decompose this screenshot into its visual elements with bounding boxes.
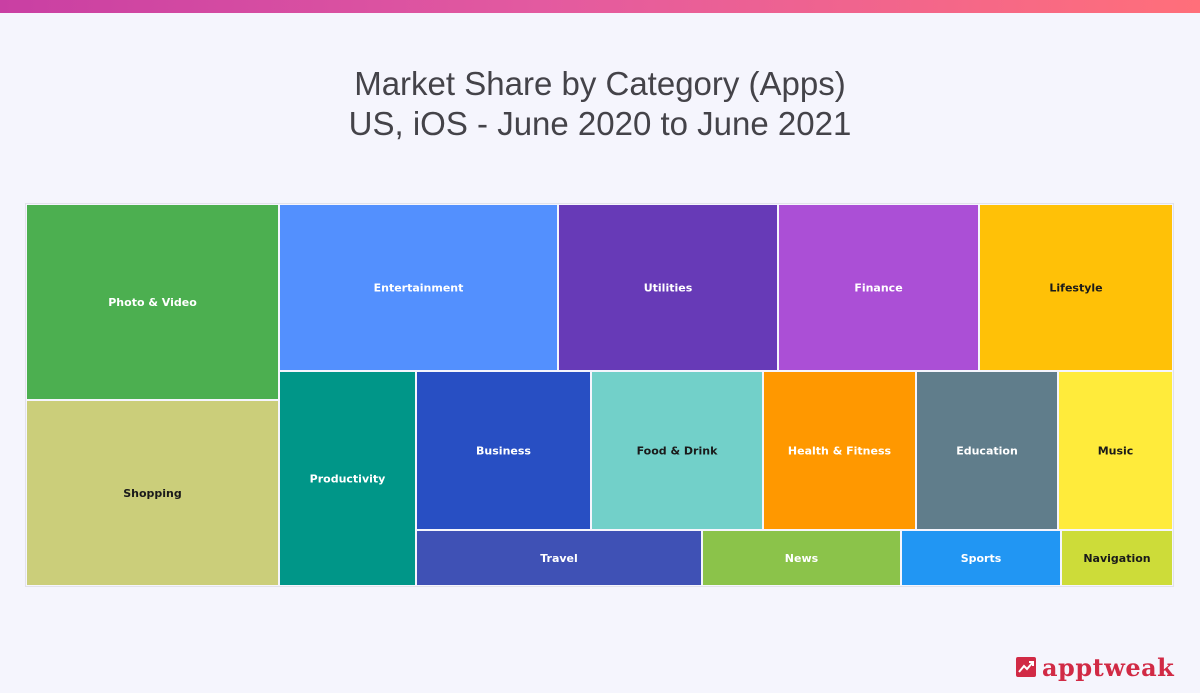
tile-label: Business — [476, 445, 531, 458]
tile-label: Navigation — [1083, 552, 1150, 565]
tile-label: Entertainment — [374, 282, 464, 295]
tile-productivity[interactable]: Productivity — [280, 372, 415, 585]
tile-lifestyle[interactable]: Lifestyle — [980, 205, 1172, 370]
tile-label: News — [785, 552, 819, 565]
tile-label: Productivity — [310, 473, 386, 486]
tile-label: Food & Drink — [637, 445, 718, 458]
tile-entertainment[interactable]: Entertainment — [280, 205, 557, 370]
tile-news[interactable]: News — [703, 531, 900, 585]
tile-label: Lifestyle — [1049, 282, 1102, 295]
tile-utilities[interactable]: Utilities — [559, 205, 777, 370]
tile-education[interactable]: Education — [917, 372, 1057, 529]
tile-label: Music — [1098, 445, 1134, 458]
tile-label: Sports — [961, 552, 1002, 565]
tile-music[interactable]: Music — [1059, 372, 1172, 529]
tile-label: Education — [956, 445, 1018, 458]
tile-navigation[interactable]: Navigation — [1062, 531, 1172, 585]
logo-text: apptweak — [1042, 652, 1175, 682]
tile-health-and-fitness[interactable]: Health & Fitness — [764, 372, 915, 529]
tile-label: Health & Fitness — [788, 445, 892, 458]
tile-photo-and-video[interactable]: Photo & Video — [27, 205, 278, 399]
apptweak-logo: apptweak — [1016, 652, 1174, 682]
tile-label: Shopping — [123, 487, 182, 500]
treemap-chart: Photo & Video Shopping Entertainment Utilit… — [25, 203, 1174, 587]
tile-sports[interactable]: Sports — [902, 531, 1060, 585]
tile-business[interactable]: Business — [417, 372, 590, 529]
tile-food-and-drink[interactable]: Food & Drink — [592, 372, 762, 529]
tile-label: Finance — [854, 282, 902, 295]
tile-travel[interactable]: Travel — [417, 531, 701, 585]
tile-shopping[interactable]: Shopping — [27, 401, 278, 585]
tile-finance[interactable]: Finance — [779, 205, 978, 370]
chart-trend-icon — [1016, 657, 1036, 677]
tile-label: Photo & Video — [108, 296, 197, 309]
tile-label: Utilities — [644, 282, 693, 295]
tile-label: Travel — [540, 552, 578, 565]
